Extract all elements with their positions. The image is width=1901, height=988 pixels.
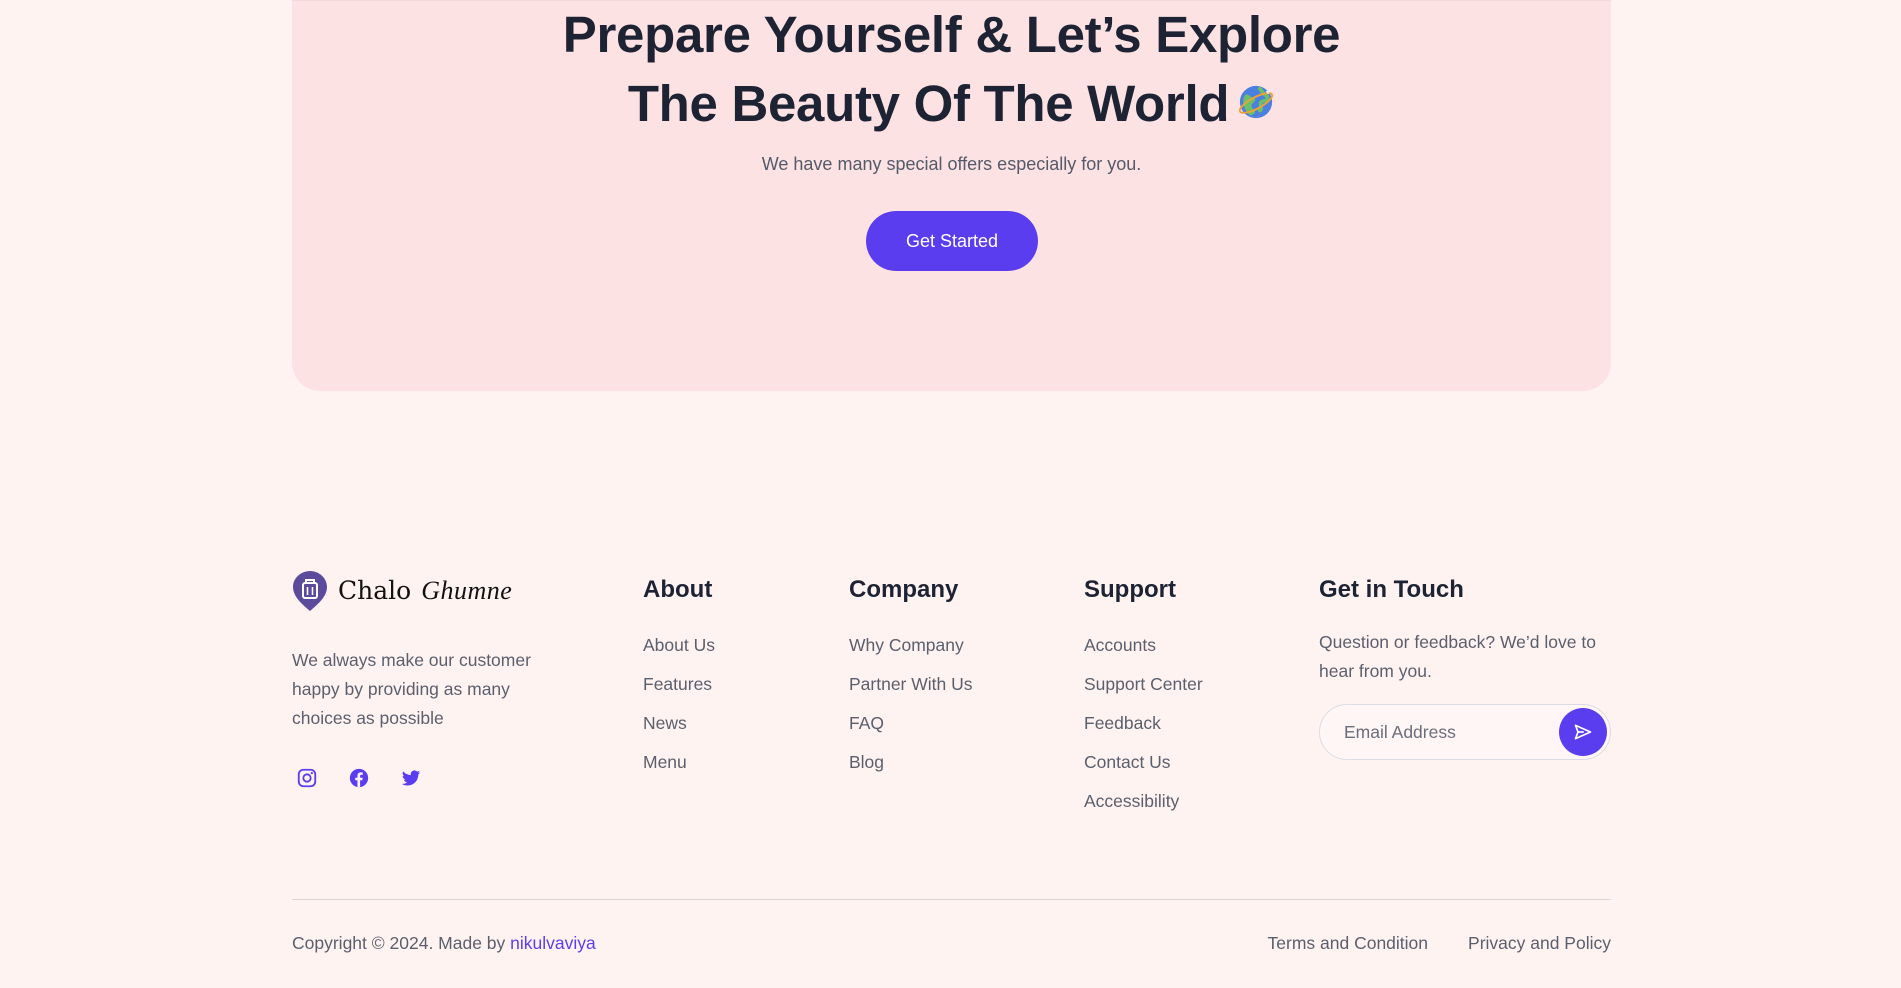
footer-link[interactable]: Contact Us [1084,743,1203,782]
send-button[interactable] [1559,708,1607,756]
footer-link[interactable]: Why Company [849,626,973,665]
page: Prepare Yourself & Let’s Explore The Bea… [0,0,1901,988]
contact-heading: Get in Touch [1319,576,1464,603]
footer-link[interactable]: Feedback [1084,704,1203,743]
cta-title: Prepare Yourself & Let’s Explore The Bea… [292,0,1611,138]
brand-name-main: Chalo [338,576,412,605]
footer-link[interactable]: Accessibility [1084,782,1203,821]
terms-link[interactable]: Terms and Condition [1268,933,1429,954]
legal-links: Terms and Condition Privacy and Policy [1268,933,1611,954]
about-links: About Us Features News Menu [643,626,715,782]
cta-title-line-1: Prepare Yourself & Let’s Explore [562,6,1341,63]
cta-banner: Prepare Yourself & Let’s Explore The Bea… [292,0,1611,391]
footer-column-support: Support Accounts Support Center Feedback… [1084,574,1203,821]
footer-link[interactable]: About Us [643,626,715,665]
footer-column-company: Company Why Company Partner With Us FAQ … [849,574,973,782]
cta-title-line-2-text: The Beauty Of The World [627,75,1230,132]
newsletter-form [1319,704,1611,760]
social-links [296,767,422,789]
twitter-icon[interactable] [400,767,422,789]
brand-logo[interactable]: Chalo Ghumne [292,570,512,612]
cta-title-line-2: The Beauty Of The World [292,69,1611,138]
footer-link[interactable]: Support Center [1084,665,1203,704]
company-links: Why Company Partner With Us FAQ Blog [849,626,973,782]
luggage-pin-icon [293,571,327,611]
footer-link[interactable]: FAQ [849,704,973,743]
footer-link[interactable]: Blog [849,743,973,782]
facebook-icon[interactable] [348,767,370,789]
footer-divider [292,899,1611,900]
footer-column-about: About About Us Features News Menu [643,574,715,782]
brand-description: We always make our customer happy by pro… [292,650,531,728]
globe-icon [1239,85,1274,118]
copyright-text: Copyright © 2024. Made by [292,933,511,953]
about-heading: About [643,576,713,603]
footer-column-contact: Get in Touch Question or feedback? We’d … [1319,574,1611,760]
company-heading: Company [849,576,959,603]
contact-text: Question or feedback? We’d love to hear … [1319,632,1596,681]
support-links: Accounts Support Center Feedback Contact… [1084,626,1203,821]
brand-name: Chalo Ghumne [338,576,512,606]
get-started-button[interactable]: Get Started [866,211,1038,271]
instagram-icon[interactable] [296,767,318,789]
privacy-link[interactable]: Privacy and Policy [1468,933,1611,954]
footer-link[interactable]: Menu [643,743,715,782]
send-icon [1574,724,1592,740]
footer-link[interactable]: Features [643,665,715,704]
footer-link[interactable]: Accounts [1084,626,1203,665]
author-link[interactable]: nikulvaviya [510,933,596,953]
copyright: Copyright © 2024. Made by nikulvaviya [292,933,596,954]
cta-subtitle: We have many special offers especially f… [761,154,1142,174]
brand-name-script: Ghumne [421,576,513,605]
footer-link[interactable]: News [643,704,715,743]
support-heading: Support [1084,576,1176,603]
email-input[interactable] [1344,705,1544,759]
footer-link[interactable]: Partner With Us [849,665,973,704]
